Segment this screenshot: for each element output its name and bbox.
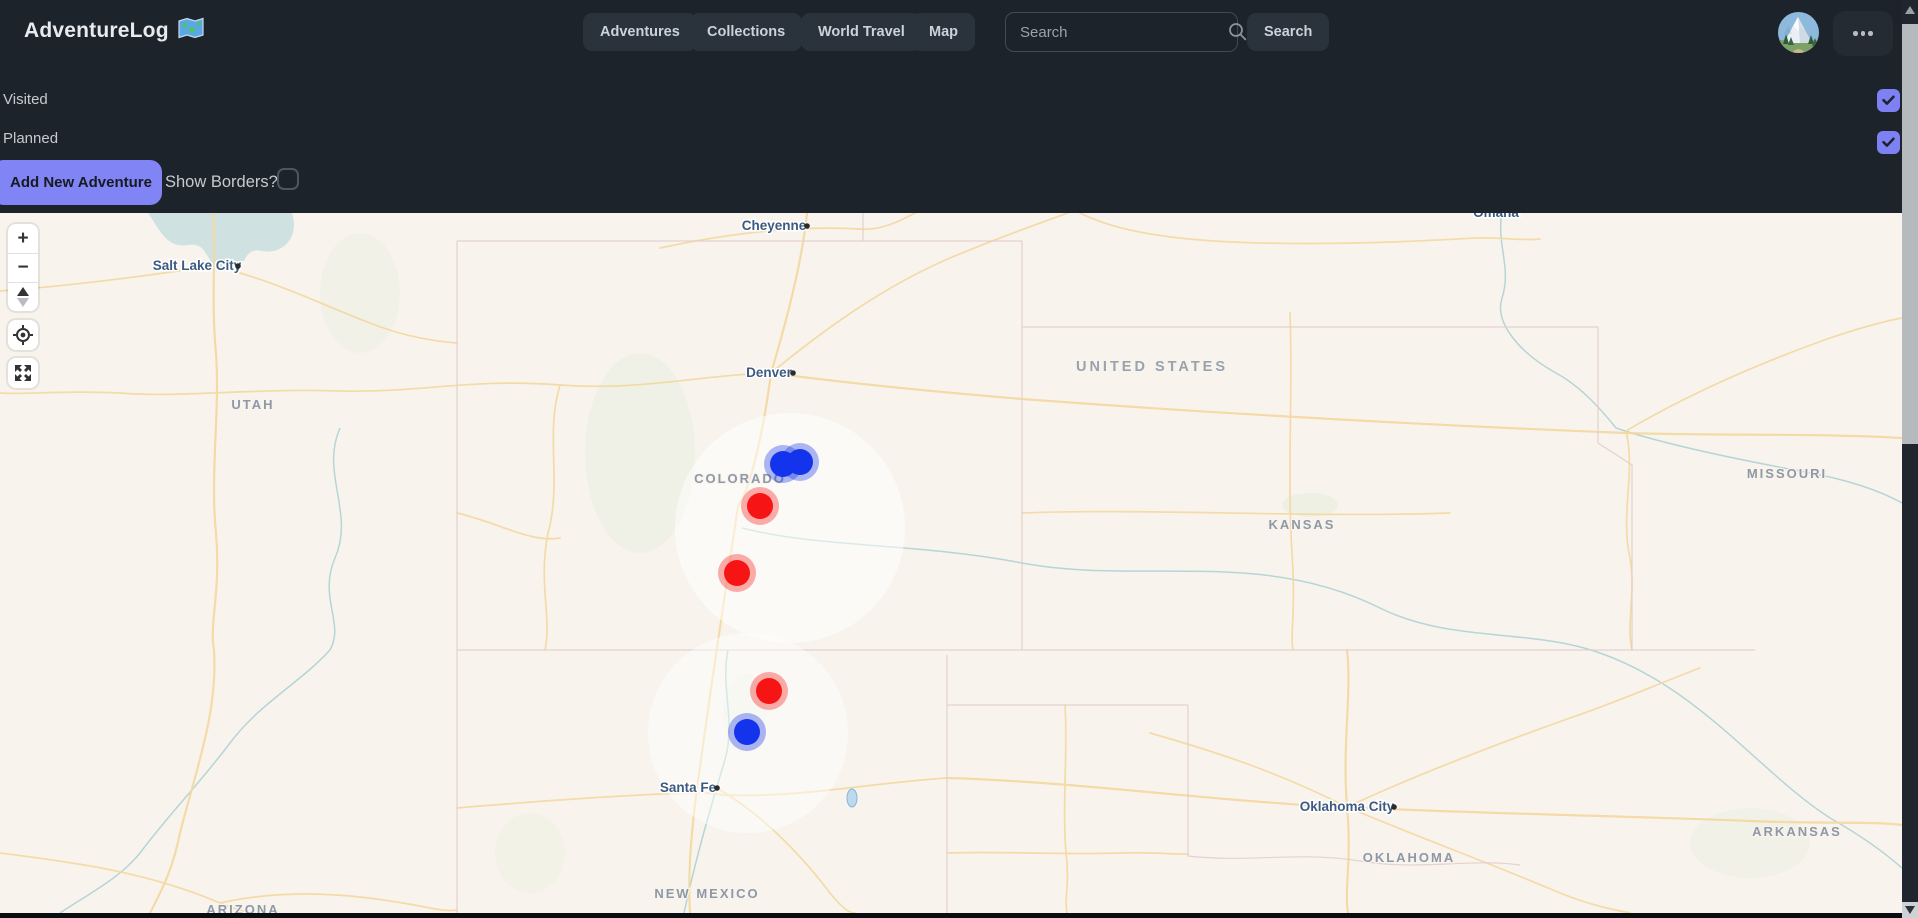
state-label: ARKANSAS	[1752, 824, 1842, 839]
state-label: UNITED STATES	[1076, 359, 1228, 375]
ellipsis-icon	[1853, 31, 1858, 36]
nav-world-travel[interactable]: World Travel	[801, 13, 922, 51]
nav-collections[interactable]: Collections	[690, 13, 802, 51]
page-bottom-strip	[0, 913, 1902, 918]
city-label: Santa Fe	[660, 780, 717, 795]
map-marker-blue[interactable]	[728, 713, 766, 751]
map-base-layer: UTAHCOLORADOUNITED STATESKANSASMISSOURIN…	[0, 213, 1902, 913]
check-icon	[1881, 93, 1896, 108]
visited-checkbox[interactable]	[1877, 89, 1900, 112]
magnifier-icon	[1227, 21, 1249, 43]
nav-map[interactable]: Map	[912, 13, 975, 51]
geolocate-button[interactable]	[8, 320, 38, 350]
map-marker-red[interactable]	[750, 672, 788, 710]
compass-north-icon	[17, 287, 29, 296]
compass-south-icon	[17, 298, 29, 307]
map-zoom-controls: + −	[8, 224, 38, 311]
city-label: Omaha	[1473, 213, 1519, 220]
avatar[interactable]	[1778, 12, 1819, 53]
scrollbar-thumb[interactable]	[1902, 24, 1918, 444]
more-menu-button[interactable]	[1833, 11, 1893, 56]
show-borders-checkbox[interactable]	[277, 168, 299, 190]
brand-text: AdventureLog	[24, 19, 169, 43]
scrollbar-down-arrow-icon	[1905, 906, 1915, 914]
city-dot	[804, 223, 810, 229]
scrollbar-down-button[interactable]	[1902, 902, 1918, 918]
scrollbar-up-arrow-icon[interactable]	[1905, 6, 1915, 14]
search-box	[1005, 12, 1238, 52]
search-input[interactable]	[1006, 24, 1227, 41]
navbar: AdventureLog Adventures Collections Worl…	[0, 0, 1902, 64]
state-label: ARIZONA	[206, 902, 279, 913]
state-label: KANSAS	[1269, 517, 1336, 532]
scrollbar[interactable]	[1902, 0, 1918, 918]
visited-label: Visited	[3, 91, 48, 108]
nav-adventures[interactable]: Adventures	[583, 13, 697, 51]
state-label: NEW MEXICO	[654, 886, 759, 901]
geolocate-icon	[12, 324, 34, 346]
city-label: Denver	[746, 365, 793, 380]
map-marker-red[interactable]	[741, 487, 779, 525]
state-label: MISSOURI	[1747, 466, 1827, 481]
city-label: Cheyenne	[742, 218, 807, 233]
planned-checkbox[interactable]	[1877, 131, 1900, 154]
city-dot	[235, 263, 241, 269]
city-label: Oklahoma City	[1300, 799, 1395, 814]
map-marker-red[interactable]	[718, 554, 756, 592]
city-dot	[1391, 804, 1397, 810]
map-emoji-icon	[178, 17, 204, 45]
zoom-out-button[interactable]: −	[8, 253, 38, 282]
check-icon	[1881, 135, 1896, 150]
fullscreen-icon	[12, 362, 34, 384]
brand-logo[interactable]: AdventureLog	[24, 17, 204, 45]
state-label: UTAH	[231, 397, 274, 412]
zoom-in-button[interactable]: +	[8, 224, 38, 253]
city-dot	[790, 370, 796, 376]
map-marker-blue[interactable]	[764, 445, 802, 483]
compass-button[interactable]	[8, 282, 38, 311]
fullscreen-button[interactable]	[8, 358, 38, 388]
planned-label: Planned	[3, 130, 58, 147]
search-button[interactable]: Search	[1247, 13, 1329, 51]
map-canvas[interactable]: UTAHCOLORADOUNITED STATESKANSASMISSOURIN…	[0, 213, 1902, 913]
add-new-adventure-button[interactable]: Add New Adventure	[0, 160, 162, 205]
show-borders-label: Show Borders?	[165, 173, 278, 192]
city-label: Salt Lake City	[153, 258, 242, 273]
city-dot	[714, 785, 720, 791]
state-label: OKLAHOMA	[1363, 850, 1456, 865]
